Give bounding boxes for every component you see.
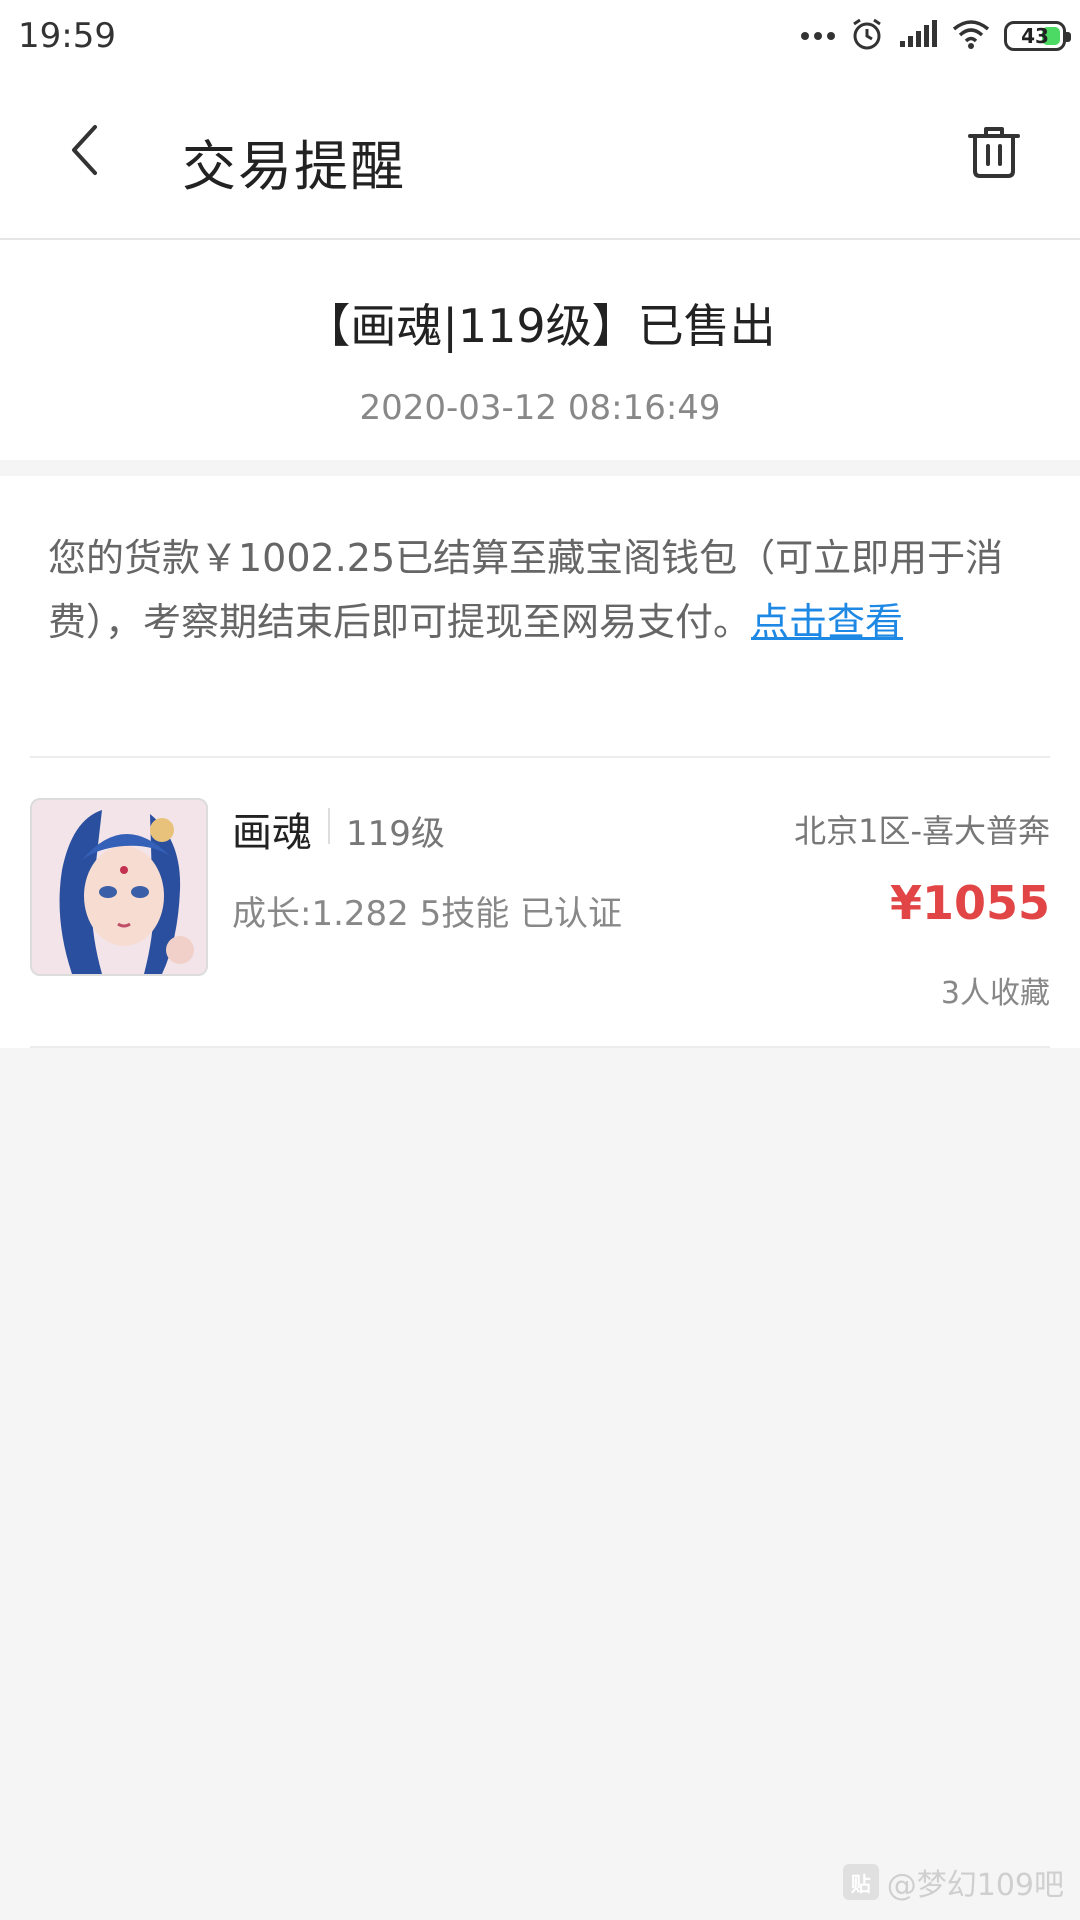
message-time: 2020-03-12 08:16:49 (359, 388, 721, 428)
character-avatar (30, 798, 208, 976)
watermark-text: @梦幻109吧 (886, 1868, 1064, 1903)
divider (30, 1046, 1050, 1048)
status-icons: 43 (800, 14, 1071, 58)
item-server: 北京1区-喜大普奔 (794, 812, 1050, 850)
trash-icon (967, 124, 1021, 184)
view-link[interactable]: 点击查看 (751, 600, 903, 644)
page-title: 交易提醒 (182, 135, 406, 198)
item-attributes: 成长:1.282 5技能 已认证 (232, 894, 623, 934)
separator (328, 808, 330, 844)
message-body: 您的货款￥1002.25已结算至藏宝阁钱包（可立即用于消费），考察期结束后即可提… (0, 476, 1080, 1048)
message-content: 您的货款￥1002.25已结算至藏宝阁钱包（可立即用于消费），考察期结束后即可提… (48, 526, 1040, 654)
back-button[interactable] (48, 116, 120, 188)
item-price: ¥1055 (889, 876, 1050, 930)
item-name: 画魂 (232, 810, 312, 856)
signal-icon (898, 19, 938, 53)
battery-level: 43 (1021, 24, 1049, 48)
alarm-icon (850, 17, 884, 55)
chevron-left-icon (69, 124, 99, 180)
message-title: 【画魂|119级】已售出 (304, 299, 776, 353)
battery-indicator: 43 (1004, 21, 1071, 51)
delete-button[interactable] (962, 122, 1026, 186)
more-dots-icon (800, 27, 836, 46)
item-favorites: 3人收藏 (940, 976, 1050, 1011)
message-header: 【画魂|119级】已售出 2020-03-12 08:16:49 (0, 240, 1080, 460)
status-time: 19:59 (18, 16, 116, 56)
status-bar: 19:59 43 (0, 0, 1080, 76)
wifi-icon (952, 19, 990, 53)
item-level: 119级 (346, 814, 445, 854)
item-card[interactable]: 画魂 119级 北京1区-喜大普奔 成长:1.282 5技能 已认证 ¥1055… (0, 758, 1080, 1046)
watermark: 贴 @梦幻109吧 (842, 1860, 1064, 1904)
watermark-logo-icon: 贴 (842, 1864, 879, 1900)
nav-bar: 交易提醒 (0, 76, 1080, 240)
